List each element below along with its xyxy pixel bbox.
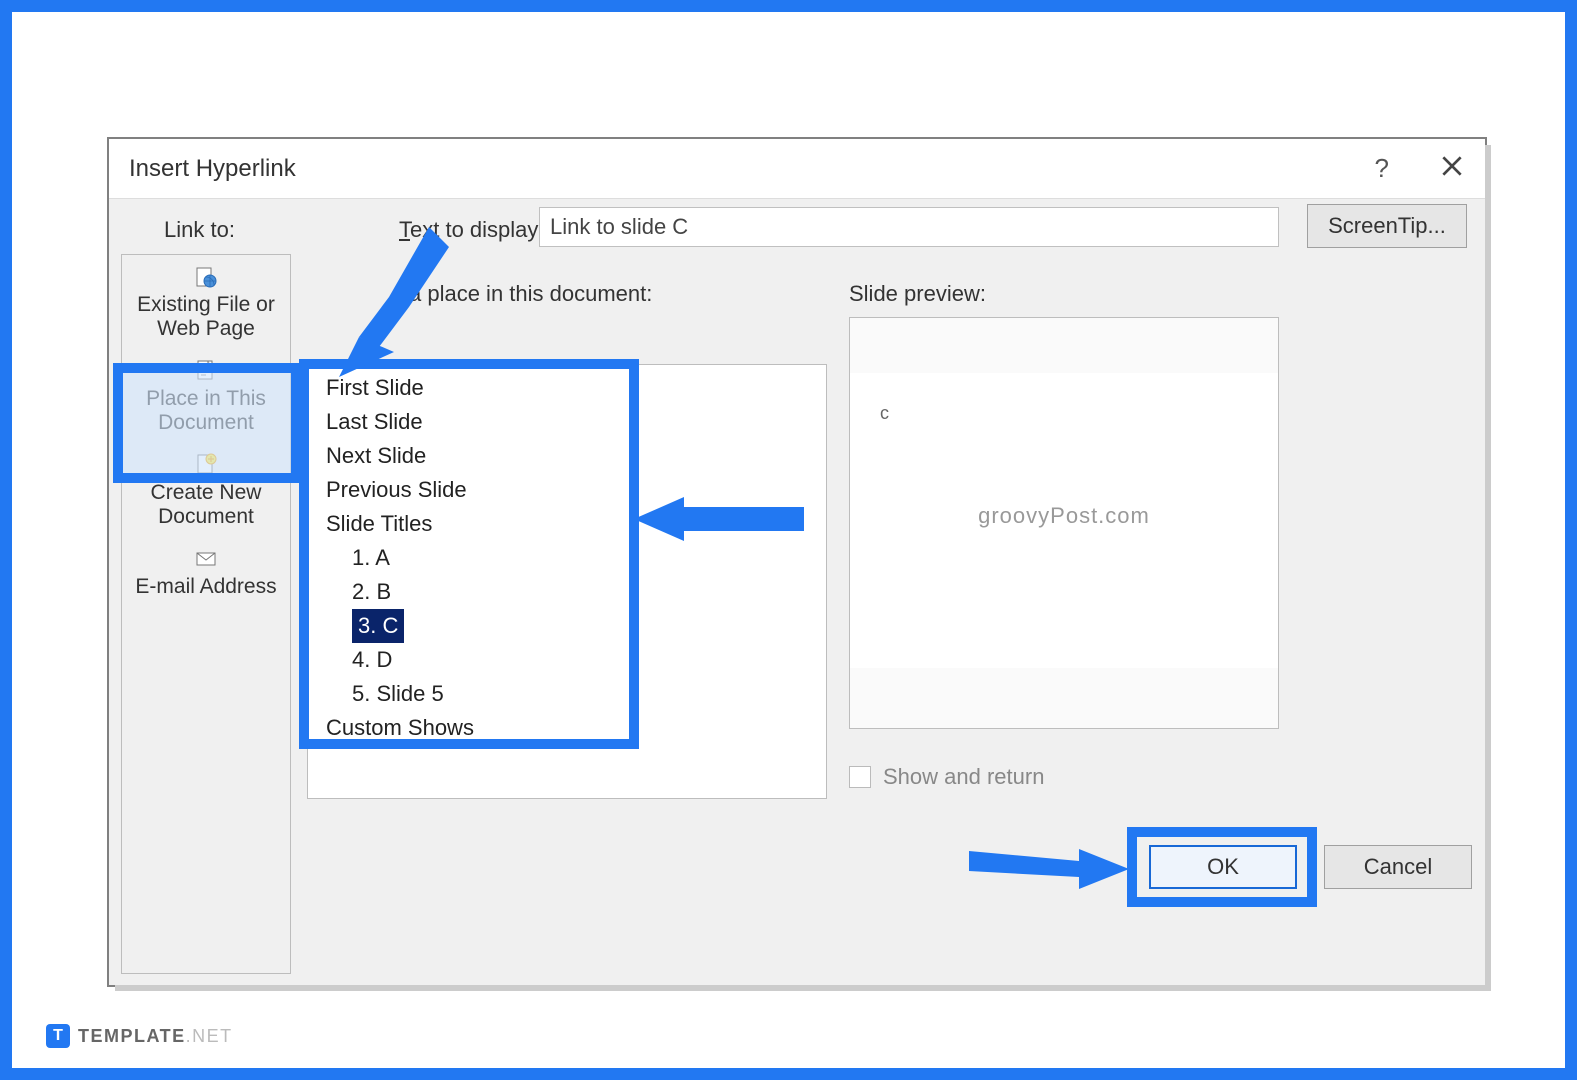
text-to-display-label: Text to display: [399, 217, 545, 243]
sidebar-item-label: Create New [151, 481, 262, 504]
sidebar-email-address[interactable]: E-mail Address [122, 537, 290, 607]
show-and-return-label: Show and return [883, 764, 1044, 790]
tree-item[interactable]: Previous Slide [314, 473, 820, 507]
tree-item[interactable]: Slide Titles [314, 507, 820, 541]
newdoc-icon [194, 453, 218, 477]
text-to-display-input[interactable] [539, 207, 1279, 247]
place-in-document-label: a place in this document: [409, 281, 652, 307]
tree-item[interactable]: First Slide [314, 371, 820, 405]
sidebar-item-label: Web Page [157, 317, 255, 340]
sidebar-existing-file[interactable]: Existing File or Web Page [122, 255, 290, 349]
ok-button[interactable]: OK [1149, 845, 1297, 889]
place-tree[interactable]: First Slide Last Slide Next Slide Previo… [307, 364, 827, 799]
close-icon [1439, 153, 1465, 179]
help-button[interactable]: ? [1375, 153, 1389, 184]
insert-hyperlink-dialog: Insert Hyperlink ? Link to: Text to disp… [107, 137, 1487, 987]
show-and-return-row: Show and return [849, 764, 1044, 790]
sidebar-item-label: Document [158, 505, 254, 528]
tree-item[interactable]: 5. Slide 5 [314, 677, 820, 711]
slide-preview-label: Slide preview: [849, 281, 986, 307]
slide-preview: c groovyPost.com [849, 317, 1279, 729]
tree-item[interactable]: Last Slide [314, 405, 820, 439]
show-and-return-checkbox[interactable] [849, 766, 871, 788]
screentip-button[interactable]: ScreenTip... [1307, 204, 1467, 248]
tree-item[interactable]: 2. B [314, 575, 820, 609]
annotation-arrow-to-ok [969, 841, 1139, 896]
cancel-button[interactable]: Cancel [1324, 845, 1472, 889]
preview-watermark: groovyPost.com [850, 503, 1278, 529]
preview-corner-text: c [880, 403, 889, 424]
sidebar-place-in-document[interactable]: Place in This Document [122, 349, 290, 443]
tree-item[interactable]: 4. D [314, 643, 820, 677]
branding-logo: T [46, 1024, 70, 1048]
globe-page-icon [194, 265, 218, 289]
sidebar-item-label: Document [158, 411, 254, 434]
tree-item-selected[interactable]: 3. C [314, 609, 820, 643]
dialog-title: Insert Hyperlink [129, 155, 1375, 183]
sidebar-item-label: E-mail Address [135, 575, 276, 598]
link-to-sidebar: Existing File or Web Page Place in This … [121, 254, 291, 974]
sidebar-create-new[interactable]: Create New Document [122, 443, 290, 537]
sidebar-item-label: Existing File or [137, 293, 275, 316]
dialog-content: Link to: Text to display: ScreenTip... E… [109, 199, 1485, 985]
outer-frame: Insert Hyperlink ? Link to: Text to disp… [0, 0, 1577, 1080]
template-net-branding: T TEMPLATE.NET [46, 1024, 233, 1048]
sidebar-item-label: Place in This [146, 387, 266, 410]
link-to-label: Link to: [164, 217, 235, 243]
mail-icon [194, 547, 218, 571]
preview-slide: c groovyPost.com [850, 373, 1278, 668]
tree-item[interactable]: Next Slide [314, 439, 820, 473]
doc-icon [194, 359, 218, 383]
close-button[interactable] [1439, 153, 1465, 184]
tree-item[interactable]: Custom Shows [314, 711, 820, 745]
titlebar: Insert Hyperlink ? [109, 139, 1485, 199]
branding-text: TEMPLATE.NET [78, 1026, 233, 1047]
tree-item[interactable]: 1. A [314, 541, 820, 575]
